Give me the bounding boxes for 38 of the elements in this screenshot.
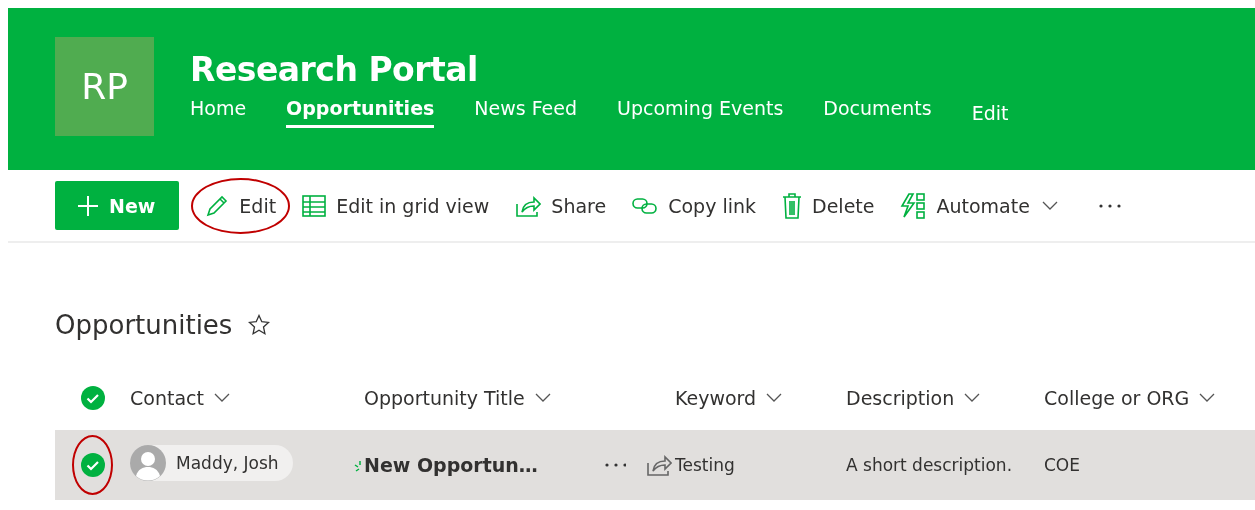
table-cell-text: A short description. xyxy=(846,455,1014,475)
avatar-icon xyxy=(130,445,166,481)
command-button[interactable]: Edit xyxy=(199,185,283,226)
column-header[interactable]: Description xyxy=(846,386,955,409)
column-header[interactable]: College or ORG xyxy=(1044,386,1190,409)
column-header[interactable]: Opportunity Title xyxy=(364,386,525,409)
command-button[interactable]: Copy link xyxy=(626,186,763,225)
link-icon xyxy=(632,195,659,216)
grid-icon xyxy=(302,193,327,218)
chevron-down-icon xyxy=(534,392,551,403)
trash-icon xyxy=(782,192,803,219)
person-chip[interactable]: Maddy, Josh xyxy=(130,445,293,481)
command-button[interactable]: Share xyxy=(509,185,613,226)
chevron-down-icon xyxy=(964,392,981,403)
more-icon xyxy=(1097,202,1122,209)
column-header[interactable]: Keyword xyxy=(675,386,757,409)
plus-icon xyxy=(77,194,99,217)
table-cell-text: Testing xyxy=(675,455,736,475)
table-cell-text: COE xyxy=(1044,455,1081,475)
chevron-down-icon xyxy=(766,392,783,403)
command-button[interactable]: Edit in grid view xyxy=(296,185,496,226)
flow-icon xyxy=(900,192,927,219)
list-row[interactable]: Maddy, Josh New Opportun… Testing A short description. COE xyxy=(55,430,1255,500)
more-icon[interactable] xyxy=(604,462,626,468)
command-button[interactable]: Automate xyxy=(894,184,1064,227)
share-icon xyxy=(515,193,542,218)
star-icon[interactable] xyxy=(248,314,271,336)
chevron-down-icon xyxy=(1041,200,1058,211)
checkbox[interactable] xyxy=(79,452,106,478)
share-icon[interactable] xyxy=(646,453,672,477)
list-title: Opportunities xyxy=(55,310,233,340)
chevron-down-icon xyxy=(213,392,230,403)
command-button[interactable]: Delete xyxy=(776,184,881,227)
column-header[interactable]: Contact xyxy=(130,386,204,409)
pencil-icon xyxy=(205,193,230,218)
checkbox[interactable] xyxy=(79,384,106,411)
chevron-down-icon xyxy=(1199,392,1216,403)
item-title-link[interactable]: New Opportun… xyxy=(364,454,538,476)
